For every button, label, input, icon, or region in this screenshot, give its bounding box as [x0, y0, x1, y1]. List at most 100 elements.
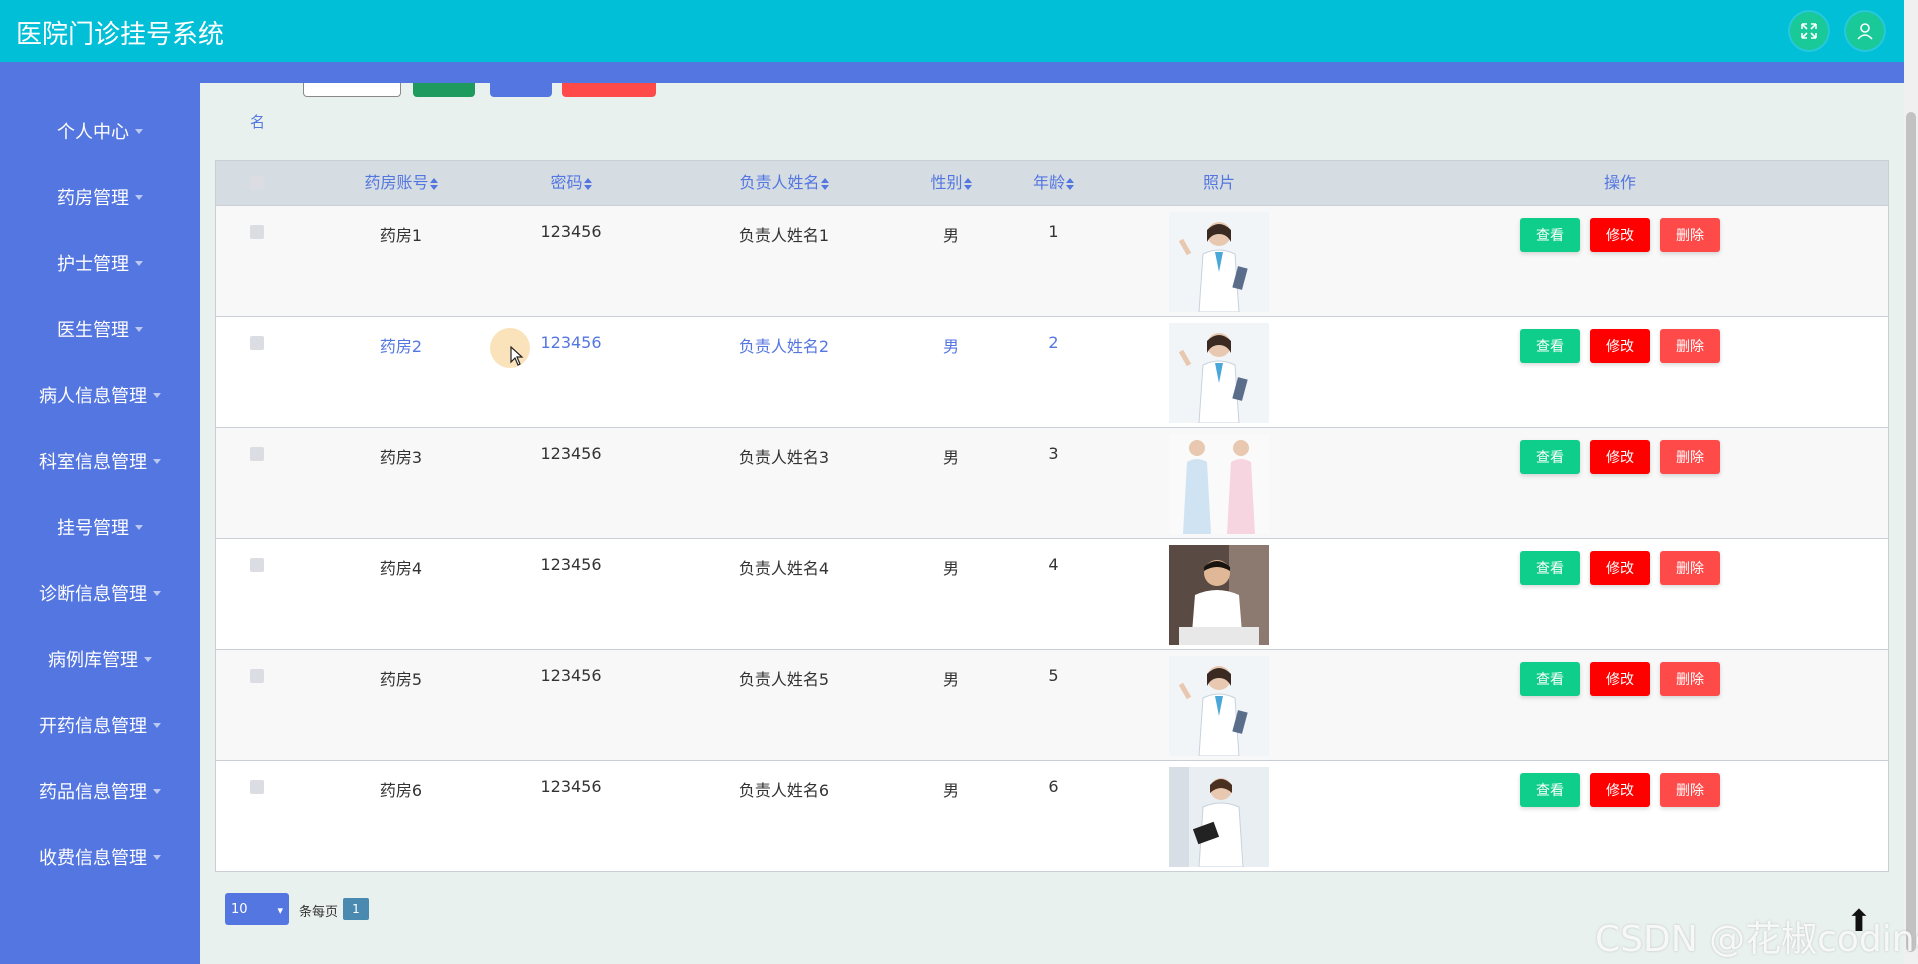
sidebar-item-case-library[interactable]: 病例库管理: [0, 639, 200, 679]
sidebar-item-label: 科室信息管理: [39, 452, 147, 473]
user-icon[interactable]: [1846, 12, 1884, 50]
delete-button[interactable]: 删除: [1660, 773, 1720, 807]
search-button[interactable]: [413, 83, 475, 97]
sidebar-item-pharmacy[interactable]: 药房管理: [0, 177, 200, 217]
cell-age: 4: [1048, 555, 1059, 574]
cell-age: 2: [1048, 333, 1059, 352]
sidebar-item-prescription-info[interactable]: 开药信息管理: [0, 705, 200, 745]
cell-manager: 负责人姓名5: [738, 670, 830, 689]
search-input[interactable]: [303, 83, 401, 97]
delete-button[interactable]: 删除: [1660, 329, 1720, 363]
view-button[interactable]: 查看: [1520, 329, 1580, 363]
delete-button[interactable]: 删除: [1660, 551, 1720, 585]
sidebar-item-label: 开药信息管理: [39, 716, 147, 737]
per-page-label: 条每页: [299, 905, 339, 920]
scrollbar-thumb[interactable]: [1906, 112, 1916, 952]
sidebar-item-billing-info[interactable]: 收费信息管理: [0, 837, 200, 877]
staff-photo[interactable]: [1169, 212, 1269, 312]
view-button[interactable]: 查看: [1520, 662, 1580, 696]
edit-button[interactable]: 修改: [1590, 551, 1650, 585]
sidebar-item-registration[interactable]: 挂号管理: [0, 507, 200, 547]
edit-button[interactable]: 修改: [1590, 662, 1650, 696]
view-button[interactable]: 查看: [1520, 440, 1580, 474]
view-button[interactable]: 查看: [1520, 551, 1580, 585]
cell-account: 药房5: [379, 670, 423, 689]
staff-photo[interactable]: [1169, 434, 1269, 534]
cell-manager: 负责人姓名2: [738, 337, 830, 356]
row-checkbox[interactable]: [250, 669, 264, 683]
page-number-button[interactable]: 1: [343, 898, 369, 920]
sidebar-item-label: 药品信息管理: [39, 782, 147, 803]
sidebar-item-patient-info[interactable]: 病人信息管理: [0, 375, 200, 415]
delete-button[interactable]: 删除: [1660, 440, 1720, 474]
select-all-checkbox[interactable]: [250, 176, 264, 190]
sidebar-item-personal-center[interactable]: 个人中心: [0, 111, 200, 151]
add-button[interactable]: [490, 83, 552, 97]
staff-photo[interactable]: [1169, 545, 1269, 645]
view-button[interactable]: 查看: [1520, 773, 1580, 807]
sort-icon: [820, 177, 829, 190]
table-row: 药房2 123456 负责人姓名2 男 2 查看 修改 删除: [216, 317, 1888, 428]
chevron-down-icon: [135, 524, 143, 530]
sidebar-item-label: 个人中心: [57, 122, 129, 143]
view-button[interactable]: 查看: [1520, 218, 1580, 252]
edit-button[interactable]: 修改: [1590, 440, 1650, 474]
row-checkbox[interactable]: [250, 336, 264, 350]
cell-manager: 负责人姓名4: [738, 559, 830, 578]
cell-gender: 男: [942, 559, 959, 578]
fullscreen-icon[interactable]: [1790, 12, 1828, 50]
sidebar: 个人中心 药房管理 护士管理 医生管理 病人信息管理 科室信息管理 挂号管理 诊…: [0, 83, 200, 964]
cell-age: 6: [1048, 777, 1059, 796]
batch-delete-button[interactable]: [562, 83, 656, 97]
cursor-icon: [510, 345, 524, 371]
table-row: 药房4 123456 负责人姓名4 男 4 查看 修改 删除: [216, 539, 1888, 650]
chevron-down-icon: [135, 326, 143, 332]
cell-manager: 负责人姓名3: [738, 448, 830, 467]
app-title: 医院门诊挂号系统: [16, 20, 225, 50]
staff-photo[interactable]: [1169, 656, 1269, 756]
sidebar-item-label: 病例库管理: [48, 650, 138, 671]
staff-photo[interactable]: [1169, 767, 1269, 867]
cell-account: 药房1: [379, 226, 423, 245]
page-size-select[interactable]: 10 ▾: [225, 893, 289, 925]
sort-icon: [1066, 177, 1074, 190]
sidebar-item-label: 医生管理: [57, 320, 129, 341]
cell-gender: 男: [942, 226, 959, 245]
main-content: 名 药房账号 密码 负责人姓名 性别 年龄 照片 操作 药房1 123456 负…: [200, 83, 1904, 964]
sidebar-item-doctor[interactable]: 医生管理: [0, 309, 200, 349]
chevron-down-icon: [135, 194, 143, 200]
sidebar-item-medicine-info[interactable]: 药品信息管理: [0, 771, 200, 811]
edit-button[interactable]: 修改: [1590, 218, 1650, 252]
sidebar-item-label: 挂号管理: [57, 518, 129, 539]
cell-account: 药房4: [379, 559, 423, 578]
chevron-down-icon: [144, 656, 152, 662]
row-checkbox[interactable]: [250, 558, 264, 572]
row-checkbox[interactable]: [250, 780, 264, 794]
sidebar-item-diagnosis-info[interactable]: 诊断信息管理: [0, 573, 200, 613]
column-header-password[interactable]: 密码: [506, 161, 636, 205]
column-header-manager[interactable]: 负责人姓名: [684, 161, 884, 205]
top-header: 医院门诊挂号系统: [0, 0, 1904, 62]
column-header-gender[interactable]: 性别: [901, 161, 1001, 205]
staff-photo[interactable]: [1169, 323, 1269, 423]
sidebar-item-department-info[interactable]: 科室信息管理: [0, 441, 200, 481]
chevron-down-icon: ▾: [277, 904, 283, 917]
scrollbar[interactable]: [1904, 0, 1918, 964]
edit-button[interactable]: 修改: [1590, 329, 1650, 363]
delete-button[interactable]: 删除: [1660, 662, 1720, 696]
delete-button[interactable]: 删除: [1660, 218, 1720, 252]
chevron-down-icon: [153, 590, 161, 596]
column-header-account[interactable]: 药房账号: [331, 161, 471, 205]
chevron-down-icon: [135, 128, 143, 134]
column-header-photo: 照片: [1202, 173, 1235, 192]
column-header-age[interactable]: 年龄: [1001, 161, 1106, 205]
sidebar-item-nurse[interactable]: 护士管理: [0, 243, 200, 283]
cell-password: 123456: [540, 444, 602, 463]
data-table: 药房账号 密码 负责人姓名 性别 年龄 照片 操作 药房1 123456 负责人…: [215, 160, 1889, 872]
cell-password: 123456: [540, 222, 602, 241]
row-checkbox[interactable]: [250, 225, 264, 239]
edit-button[interactable]: 修改: [1590, 773, 1650, 807]
cell-password: 123456: [540, 777, 602, 796]
row-checkbox[interactable]: [250, 447, 264, 461]
cell-age: 5: [1048, 666, 1059, 685]
